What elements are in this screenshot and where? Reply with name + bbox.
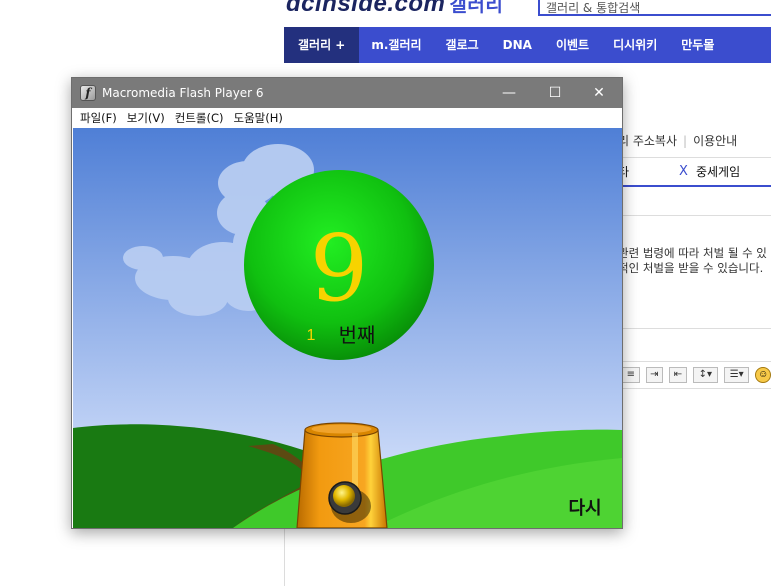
link-separator: | xyxy=(683,134,688,148)
search-input[interactable]: 갤러리 & 통합검색 xyxy=(538,0,771,16)
menu-bar: 파일(F) 보기(V) 컨트롤(C) 도움말(H) xyxy=(72,108,622,128)
main-nav: 갤러리 + m.갤러리 갤로그 DNA 이벤트 디시위키 만두몰 xyxy=(284,27,771,63)
ball-number: 9 xyxy=(310,215,369,322)
maximize-button[interactable]: ☐ xyxy=(532,78,578,108)
nav-item-dna[interactable]: DNA xyxy=(491,27,544,63)
copy-address-link[interactable]: 리 주소복사 xyxy=(618,134,677,148)
nav-item-mobile-gallery[interactable]: m.갤러리 xyxy=(359,27,433,63)
menu-control[interactable]: 컨트롤(C) xyxy=(171,110,230,126)
site-logo[interactable]: dcinside.com 갤러리 xyxy=(286,0,503,18)
indent-icon[interactable]: ⇥ xyxy=(645,367,664,383)
close-button[interactable]: ✕ xyxy=(576,78,622,108)
legal-warning: 관련 법령에 따라 처벌 될 수 있 적인 처벌을 받을 수 있습니다. xyxy=(618,246,767,276)
flash-icon: f xyxy=(80,85,96,101)
legal-warning-line: 관련 법령에 따라 처벌 될 수 있 xyxy=(618,246,767,260)
retry-button[interactable]: 다시 xyxy=(568,498,601,519)
menu-file[interactable]: 파일(F) xyxy=(76,110,123,126)
nav-item-event[interactable]: 이벤트 xyxy=(544,27,601,63)
throw-count-label: 번째 xyxy=(339,323,376,347)
site-logo-text: dcinside.com xyxy=(286,0,446,17)
window-title: Macromedia Flash Player 6 xyxy=(102,86,264,100)
gallery-tabs: 타 X 중세게임 xyxy=(618,157,771,187)
line-height-icon[interactable]: ↕▾ xyxy=(692,367,719,383)
justify-icon[interactable]: ≡ xyxy=(622,367,640,383)
flash-player-window: f Macromedia Flash Player 6 — ☐ ✕ 파일(F) … xyxy=(71,77,623,529)
nav-item-wiki[interactable]: 디시위키 xyxy=(601,27,669,63)
usage-guide-link[interactable]: 이용안내 xyxy=(693,134,737,148)
nav-item-gallog[interactable]: 갤로그 xyxy=(434,27,491,63)
close-icon[interactable]: X xyxy=(679,164,688,179)
legal-warning-line: 적인 처벌을 받을 수 있습니다. xyxy=(618,261,764,275)
outdent-icon[interactable]: ⇤ xyxy=(669,367,687,383)
game-canvas: 9 1 번째 다시 xyxy=(73,128,622,528)
number-ball: 9 1 번째 xyxy=(244,170,434,360)
editor-toolbar: ≡ ⇥ ⇤ ↕▾ ☰▾ ☺ xyxy=(618,328,771,420)
title-input[interactable] xyxy=(618,192,771,216)
nav-item-gallery[interactable]: 갤러리 + xyxy=(284,27,360,63)
menu-help[interactable]: 도움말(H) xyxy=(230,110,289,126)
content-divider xyxy=(284,520,285,586)
site-logo-sub: 갤러리 xyxy=(449,0,504,16)
nav-item-mall[interactable]: 만두몰 xyxy=(669,27,726,63)
editor-toolbar-row: ≡ ⇥ ⇤ ↕▾ ☰▾ ☺ xyxy=(618,361,771,389)
flash-stage[interactable]: 9 1 번째 다시 xyxy=(73,128,622,528)
list-icon[interactable]: ☰▾ xyxy=(724,367,750,383)
window-titlebar[interactable]: f Macromedia Flash Player 6 — ☐ ✕ xyxy=(72,78,622,108)
throw-count: 1 xyxy=(307,327,316,344)
emoticon-icon[interactable]: ☺ xyxy=(755,367,771,383)
tab-medieval-game[interactable]: 중세게임 xyxy=(696,163,740,180)
gallery-links: 리 주소복사 | 이용안내 xyxy=(618,132,737,149)
minimize-button[interactable]: — xyxy=(486,78,532,108)
menu-view[interactable]: 보기(V) xyxy=(123,110,171,126)
